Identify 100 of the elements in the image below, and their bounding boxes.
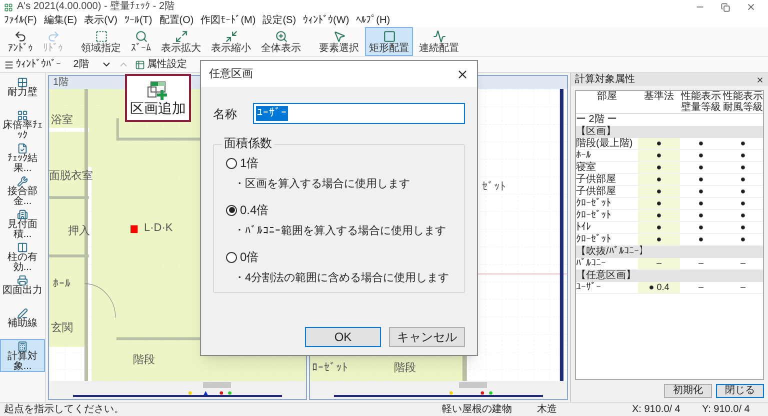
table-cell: ●: [638, 150, 680, 161]
toolbar-button[interactable]: 連続配置: [415, 27, 463, 56]
close-icon[interactable]: [746, 2, 756, 12]
tool-button[interactable]: 図面出力: [0, 273, 45, 306]
menu-item[interactable]: 配置(O): [159, 16, 194, 26]
layout-icon: [17, 110, 28, 121]
dashed-square-icon: [94, 30, 108, 42]
window-title: A's 2021(4.00.000) - 壁量ﾁｪｯｸ - 2階: [17, 2, 175, 12]
table-cell-text: ●: [739, 234, 747, 245]
grid-icon: [17, 77, 28, 88]
radio-option[interactable]: 1倍: [226, 157, 452, 169]
tool-button[interactable]: 見付面積...: [0, 207, 45, 240]
menu-item[interactable]: ﾂｰﾙ(T): [124, 16, 152, 26]
dialog-button[interactable]: OK: [305, 327, 381, 347]
table-cell: ●: [638, 174, 680, 185]
table-cell-text: ﾕｰｻﾞｰ: [576, 282, 602, 292]
tool-button[interactable]: ﾁｪｯｸ結果...: [0, 141, 45, 174]
toolbar-button[interactable]: 要素選択: [315, 27, 363, 56]
table-cell: –: [638, 258, 680, 269]
table-row[interactable]: 階段(最上階) ● ● ●: [576, 138, 763, 150]
table-row[interactable]: 寝室 ● ● ●: [576, 162, 763, 174]
panel-title: 計算対象属性: [575, 74, 636, 84]
window-bar-button[interactable]: ｳｨﾝﾄﾞｳﾊﾞｰ: [4, 60, 61, 70]
status-field: Y: 910.0/ 4: [702, 404, 764, 414]
panel-button[interactable]: 初期化: [664, 384, 712, 398]
table-row[interactable]: ｸﾛｰｾﾞｯﾄ ● ● ●: [576, 198, 763, 210]
radio-option[interactable]: 0.4倍: [226, 204, 452, 216]
radio-option[interactable]: 0倍: [226, 251, 452, 263]
radio-button[interactable]: [226, 252, 237, 262]
option-note: ・4分割法の範囲に含める場合に使用します: [233, 273, 450, 284]
table-cell-text: ｸﾛｰｾﾞｯﾄ: [576, 234, 612, 244]
toolbar-button[interactable]: 表示縮小: [207, 27, 255, 56]
printer-icon: [17, 275, 28, 286]
table-cell: ●: [638, 198, 680, 209]
tool-button[interactable]: 計算対象...: [0, 339, 45, 372]
toolbar-button[interactable]: 領域指定: [77, 27, 125, 56]
close-icon[interactable]: [756, 76, 764, 84]
panel-button[interactable]: 閉じる: [716, 384, 764, 398]
toolbar-button[interactable]: 矩形配置: [365, 27, 413, 56]
dialog-title: 任意区画: [209, 68, 254, 80]
table-cell-text: 子供部屋: [576, 174, 617, 184]
close-icon[interactable]: [456, 68, 469, 80]
undo-icon: [14, 30, 27, 42]
table-cell-text: ●: [739, 150, 747, 161]
tool-button[interactable]: 補助線: [0, 306, 45, 339]
radio-button[interactable]: [226, 204, 237, 216]
toolbar-button[interactable]: 表示拡大: [157, 27, 205, 56]
table-cell: ●: [638, 138, 680, 149]
option-note: ・区画を算入する場合に使用します: [233, 179, 411, 190]
wrench-icon: [17, 176, 28, 187]
table-cell-text: ●: [697, 138, 705, 149]
tool-button[interactable]: 柱の有効...: [0, 240, 45, 273]
room-label: L·D·K: [144, 223, 173, 234]
toolbar-button[interactable]: ｽﾞｰﾑ: [127, 27, 155, 56]
menu-item[interactable]: ﾍﾙﾌﾟ(H): [356, 16, 390, 26]
group-label: 面積係数: [222, 137, 274, 149]
room-label: 階段: [394, 363, 416, 374]
table-row[interactable]: ﾎｰﾙ ● ● ●: [576, 150, 763, 162]
toolbar-button[interactable]: ｱﾝﾄﾞｩ: [4, 27, 37, 56]
option-note: ・ﾊﾞﾙｺﾆｰ範囲を算入する場合に使用します: [233, 226, 447, 237]
table-cell-text: ●: [739, 186, 747, 197]
table-cell-text: ●: [739, 174, 747, 185]
table-row[interactable]: ｸﾛｰｾﾞｯﾄ ● ● ●: [576, 210, 763, 222]
table-row[interactable]: 子供部屋 ● ● ●: [576, 174, 763, 186]
status-message: 起点を指示してください。: [4, 404, 125, 414]
menu-item[interactable]: 編集(E): [44, 16, 78, 26]
room-label: ﾛｰｾﾞｯﾄ: [312, 363, 348, 374]
table-row[interactable]: 子供部屋 ● ● ●: [576, 186, 763, 198]
toolbar-button[interactable]: 全体表示: [257, 27, 305, 56]
field-label: 名称: [213, 106, 237, 122]
status-field: 木造: [537, 404, 632, 414]
room-label: ｾﾞｯﾄ: [482, 182, 506, 194]
pulse-icon: [432, 30, 446, 42]
table-cell-text: ●: [697, 234, 705, 245]
horizontal-scrollbar[interactable]: [49, 381, 306, 389]
attribute-button[interactable]: 属性設定: [135, 60, 187, 70]
radio-button[interactable]: [226, 158, 237, 168]
menu-item[interactable]: 表示(V): [84, 16, 118, 26]
menu-item[interactable]: 作図ﾓｰﾄﾞ(M): [200, 16, 256, 26]
dialog-button[interactable]: キャンセル: [389, 327, 465, 347]
table-cell-text: ●: [739, 162, 747, 173]
table-row[interactable]: ﾄｲﾚ ● ● ●: [576, 222, 763, 234]
table-cell-text: ●: [739, 138, 747, 149]
floor-dropdown[interactable]: 2階: [67, 60, 95, 70]
menu-item[interactable]: ｳｨﾝﾄﾞｳ(W): [303, 16, 350, 26]
menu-item[interactable]: 設定(S): [262, 16, 296, 26]
table-row[interactable]: ﾕｰｻﾞｰ ● 0.4 – –: [576, 282, 763, 294]
room-label: 浴室: [51, 115, 73, 126]
menu-item[interactable]: ﾌｧｲﾙ(F): [4, 16, 37, 26]
tool-button[interactable]: 接合部金...: [0, 174, 45, 207]
column-header: 性能表示耐風等級: [722, 91, 763, 113]
file-check-icon: [17, 143, 28, 154]
tool-button[interactable]: 床倍率ﾁｪｯｸ: [0, 108, 45, 141]
name-field[interactable]: ﾕｰｻﾞｰ: [253, 103, 465, 124]
horizontal-scrollbar[interactable]: [310, 381, 567, 389]
table-cell-text: ●: [697, 186, 705, 197]
tool-button[interactable]: 耐力壁: [0, 75, 45, 108]
expand-icon: [174, 30, 188, 42]
restore-icon[interactable]: [721, 2, 730, 12]
column-header: 性能表示壁量等級: [680, 91, 722, 113]
